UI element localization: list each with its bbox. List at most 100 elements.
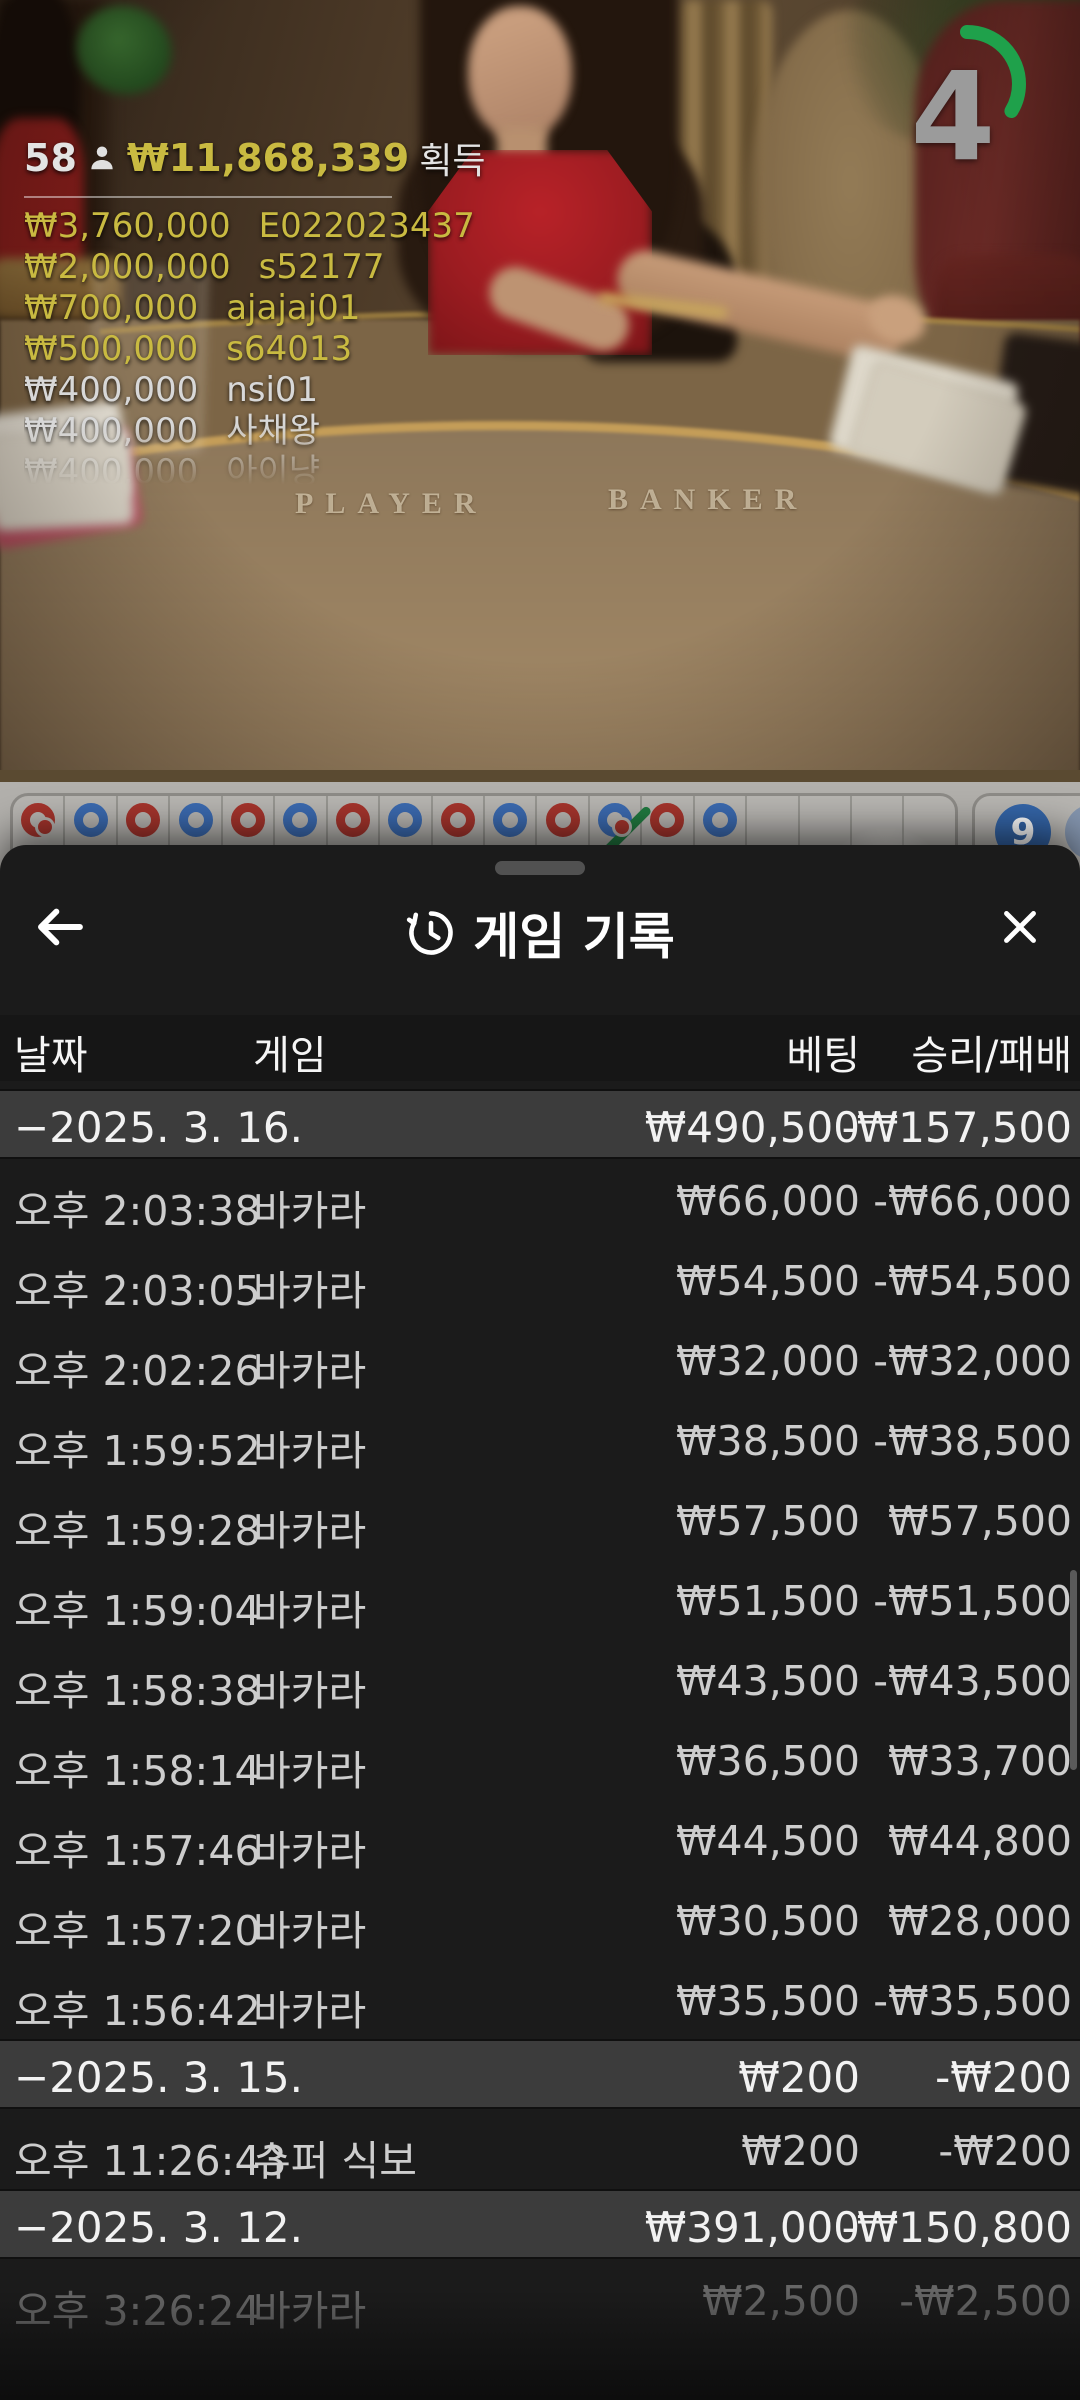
winner-row: ₩700,000 ajajaj01 xyxy=(24,288,564,329)
row-time: 오후 1:58:38 xyxy=(14,1657,261,1717)
group-date: −2025. 3. 12. xyxy=(14,2203,303,2252)
history-row: 오후 3:26:24 바카라 ₩2,500 -₩2,500 xyxy=(0,2259,1080,2339)
history-row: 오후 1:56:42 바카라 ₩35,500 -₩35,500 xyxy=(0,1959,1080,2039)
column-winloss: 승리/패배 xyxy=(911,1023,1072,1081)
row-game: 바카라 xyxy=(253,1737,366,1797)
row-time: 오후 1:59:04 xyxy=(14,1577,261,1637)
history-row: 오후 1:58:38 바카라 ₩43,500 -₩43,500 xyxy=(0,1639,1080,1719)
row-winloss: ₩33,700 xyxy=(888,1737,1072,1785)
row-time: 오후 11:26:43 xyxy=(14,2127,287,2187)
winner-amount: ₩500,000 xyxy=(24,329,198,370)
road-player-circle xyxy=(493,803,527,837)
row-winloss: -₩51,500 xyxy=(873,1577,1072,1625)
game-history-sheet: 게임 기록 날짜 게임 베팅 승리/패배 −2025. 3. 16. ₩490,… xyxy=(0,845,1080,2400)
group-date: −2025. 3. 16. xyxy=(14,1103,303,1152)
row-bet: ₩200 xyxy=(741,2127,860,2175)
row-bet: ₩30,500 xyxy=(676,1897,860,1945)
winner-row: ₩400,000 사채왕 xyxy=(24,411,564,452)
road-player-circle xyxy=(388,803,422,837)
row-time: 오후 1:57:20 xyxy=(14,1897,261,1957)
row-game: 바카라 xyxy=(253,1257,366,1317)
history-row: 오후 1:59:04 바카라 ₩51,500 -₩51,500 xyxy=(0,1559,1080,1639)
road-player-circle xyxy=(598,803,632,837)
person-icon xyxy=(87,143,117,173)
row-game: 바카라 xyxy=(253,1897,366,1957)
column-date: 날짜 xyxy=(14,1023,88,1081)
group-date: −2025. 3. 15. xyxy=(14,2053,303,2102)
history-icon xyxy=(405,907,457,959)
road-player-circle xyxy=(179,803,213,837)
road-banker-circle xyxy=(336,803,370,837)
history-row: 오후 1:57:46 바카라 ₩44,500 ₩44,800 xyxy=(0,1799,1080,1879)
road-banker-circle xyxy=(441,803,475,837)
winner-row: ₩3,760,000 E022023437 xyxy=(24,206,564,247)
history-group-row[interactable]: −2025. 3. 15. ₩200 -₩200 xyxy=(0,2039,1080,2109)
countdown-number: 4 xyxy=(898,46,1008,188)
row-game: 슈퍼 식보 xyxy=(253,2127,417,2187)
row-time: 오후 1:59:52 xyxy=(14,1417,261,1477)
row-winloss: -₩35,500 xyxy=(873,1977,1072,2025)
row-winloss: -₩43,500 xyxy=(873,1657,1072,1705)
road-banker-circle xyxy=(650,803,684,837)
row-bet: ₩44,500 xyxy=(676,1817,860,1865)
row-winloss: -₩200 xyxy=(938,2127,1072,2175)
history-group-row[interactable]: −2025. 3. 12. ₩391,000 -₩150,800 xyxy=(0,2189,1080,2259)
winner-row: ₩400,000 아이냥 xyxy=(24,452,564,493)
scrollbar-thumb[interactable] xyxy=(1070,1570,1077,1770)
road-player-circle xyxy=(703,803,737,837)
winner-count: 58 xyxy=(24,136,77,180)
row-bet: ₩66,000 xyxy=(676,1177,860,1225)
winners-divider xyxy=(24,196,392,198)
row-time: 오후 1:59:28 xyxy=(14,1497,261,1557)
winners-total-amount: ₩11,868,339 xyxy=(127,136,409,180)
row-game: 바카라 xyxy=(253,2277,366,2337)
history-group-row[interactable]: −2025. 3. 16. ₩490,500 -₩157,500 xyxy=(0,1089,1080,1159)
group-winloss-total: -₩157,500 xyxy=(842,1103,1072,1152)
winner-row: ₩2,000,000 s52177 xyxy=(24,247,564,288)
history-row: 오후 2:03:38 바카라 ₩66,000 -₩66,000 xyxy=(0,1159,1080,1239)
road-banker-circle xyxy=(21,803,55,837)
sheet-title-bar: 게임 기록 xyxy=(0,881,1080,985)
winner-name: s64013 xyxy=(226,329,352,370)
group-bet-total: ₩490,500 xyxy=(645,1103,860,1152)
row-bet: ₩32,000 xyxy=(676,1337,860,1385)
row-winloss: -₩38,500 xyxy=(873,1417,1072,1465)
road-player-circle xyxy=(74,803,108,837)
column-bet: 베팅 xyxy=(786,1023,860,1081)
sheet-title: 게임 기록 xyxy=(405,897,674,969)
back-button[interactable] xyxy=(24,891,96,963)
road-player-circle xyxy=(283,803,317,837)
winner-name: ajajaj01 xyxy=(226,288,360,329)
row-bet: ₩35,500 xyxy=(676,1977,860,2025)
winners-header: 58 ₩11,868,339 획득 xyxy=(24,132,564,184)
history-row: 오후 1:59:52 바카라 ₩38,500 -₩38,500 xyxy=(0,1399,1080,1479)
road-banker-circle xyxy=(126,803,160,837)
back-arrow-icon xyxy=(31,898,89,956)
row-winloss: ₩28,000 xyxy=(888,1897,1072,1945)
winner-name: 아이냥 xyxy=(226,452,320,493)
row-bet: ₩2,500 xyxy=(702,2277,860,2325)
sheet-title-text: 게임 기록 xyxy=(473,897,674,969)
winner-row: ₩400,000 nsi01 xyxy=(24,370,564,411)
row-winloss: -₩66,000 xyxy=(873,1177,1072,1225)
row-winloss: -₩54,500 xyxy=(873,1257,1072,1305)
row-game: 바카라 xyxy=(253,1817,366,1877)
winner-name: 사채왕 xyxy=(226,411,320,452)
row-winloss: -₩32,000 xyxy=(873,1337,1072,1385)
row-bet: ₩57,500 xyxy=(676,1497,860,1545)
row-winloss: ₩44,800 xyxy=(888,1817,1072,1865)
close-button[interactable] xyxy=(984,891,1056,963)
winner-amount: ₩400,000 xyxy=(24,452,198,493)
group-bet-total: ₩391,000 xyxy=(645,2203,860,2252)
history-column-header: 날짜 게임 베팅 승리/패배 xyxy=(0,1015,1080,1081)
row-time: 오후 2:03:38 xyxy=(14,1177,261,1237)
history-row: 오후 1:58:14 바카라 ₩36,500 ₩33,700 xyxy=(0,1719,1080,1799)
table-edge-bar xyxy=(0,770,1080,782)
history-row: 오후 1:57:20 바카라 ₩30,500 ₩28,000 xyxy=(0,1879,1080,1959)
row-game: 바카라 xyxy=(253,1977,366,2037)
group-winloss-total: -₩150,800 xyxy=(842,2203,1072,2252)
row-bet: ₩36,500 xyxy=(676,1737,860,1785)
drag-handle[interactable] xyxy=(495,861,585,875)
winners-list: ₩3,760,000 E022023437 ₩2,000,000 s52177 … xyxy=(24,206,564,493)
winner-amount: ₩2,000,000 xyxy=(24,247,231,288)
